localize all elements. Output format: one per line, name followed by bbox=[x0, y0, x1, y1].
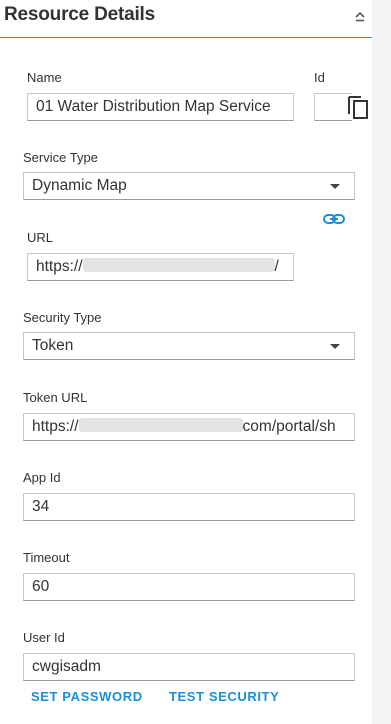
resource-details-panel: Resource Details Name 01 Water Distribut… bbox=[0, 0, 372, 724]
redacted-host bbox=[78, 418, 243, 433]
set-password-button[interactable]: SET PASSWORD bbox=[31, 689, 143, 704]
user-id-label: User Id bbox=[23, 630, 65, 645]
token-url-label: Token URL bbox=[23, 390, 88, 405]
url-prefix: https:// bbox=[36, 258, 83, 275]
service-type-value: Dynamic Map bbox=[32, 177, 127, 194]
redacted-host bbox=[82, 258, 275, 273]
link-icon[interactable] bbox=[322, 208, 346, 230]
url-label: URL bbox=[27, 230, 54, 245]
token-url-suffix: com/portal/sh bbox=[242, 418, 336, 435]
name-input[interactable]: 01 Water Distribution Map Service bbox=[27, 93, 294, 121]
chevron-up-icon[interactable] bbox=[352, 8, 368, 24]
test-security-button[interactable]: TEST SECURITY bbox=[169, 689, 279, 704]
name-label: Name bbox=[27, 70, 62, 85]
security-type-label: Security Type bbox=[23, 310, 102, 325]
security-type-select[interactable]: Token bbox=[23, 332, 355, 360]
service-type-select[interactable]: Dynamic Map bbox=[23, 172, 355, 200]
panel-header: Resource Details bbox=[0, 0, 372, 38]
app-id-label: App Id bbox=[23, 470, 61, 485]
url-input[interactable]: https:// / bbox=[27, 253, 294, 281]
security-type-value: Token bbox=[32, 337, 74, 354]
dropdown-arrow-icon bbox=[330, 344, 340, 349]
timeout-value: 60 bbox=[32, 578, 50, 595]
panel-title: Resource Details bbox=[4, 4, 155, 25]
url-suffix: / bbox=[274, 258, 279, 275]
app-id-input[interactable]: 34 bbox=[23, 493, 355, 521]
scrollbar-track[interactable] bbox=[372, 0, 391, 724]
user-id-input[interactable]: cwgisadm bbox=[23, 653, 355, 681]
timeout-input[interactable]: 60 bbox=[23, 573, 355, 601]
name-value: 01 Water Distribution Map Service bbox=[36, 98, 271, 115]
id-label: Id bbox=[314, 70, 325, 85]
service-type-label: Service Type bbox=[23, 150, 98, 165]
copy-icon[interactable] bbox=[346, 95, 370, 121]
app-id-value: 34 bbox=[32, 498, 50, 515]
user-id-value: cwgisadm bbox=[32, 658, 101, 675]
token-url-prefix: https:// bbox=[32, 418, 79, 435]
dropdown-arrow-icon bbox=[330, 184, 340, 189]
timeout-label: Timeout bbox=[23, 550, 70, 565]
token-url-input[interactable]: https:// com/portal/sh bbox=[23, 413, 355, 441]
